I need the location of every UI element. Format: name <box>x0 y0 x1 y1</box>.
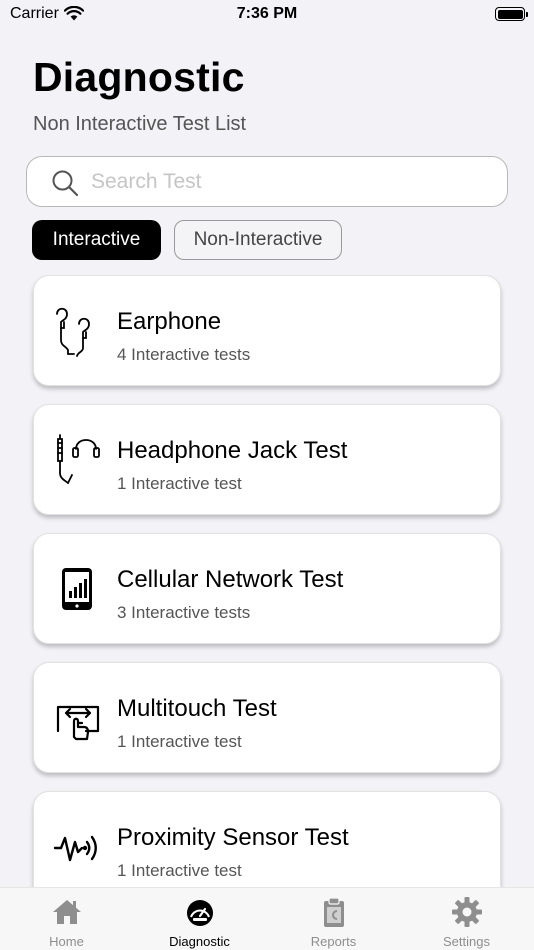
test-card-earphone[interactable]: Earphone 4 Interactive tests <box>33 275 501 386</box>
test-title: Cellular Network Test <box>117 566 344 593</box>
tab-label: Diagnostic <box>169 934 230 949</box>
diagnostic-screen: Carrier 7:36 PM Diagnostic Non Interacti… <box>0 0 534 950</box>
tab-reports[interactable]: Reports <box>267 888 400 950</box>
proximity-sensor-icon <box>53 835 97 862</box>
tab-bar: Home Diagnostic Reports Settings <box>0 887 534 950</box>
page-subtitle: Non Interactive Test List <box>33 113 247 135</box>
filter-non-interactive-button[interactable]: Non-Interactive <box>174 220 342 260</box>
search-icon <box>52 170 79 197</box>
speedometer-icon <box>186 900 213 926</box>
test-card-proximity-sensor[interactable]: Proximity Sensor Test 1 Interactive test <box>33 791 501 887</box>
test-count: 1 Interactive test <box>117 474 242 493</box>
home-icon <box>52 900 81 924</box>
tab-label: Settings <box>443 934 490 949</box>
tab-label: Home <box>49 934 84 949</box>
filter-interactive-button[interactable]: Interactive <box>32 220 161 260</box>
earphone-icon <box>56 307 90 357</box>
test-count: 1 Interactive test <box>117 861 242 880</box>
page-title: Diagnostic <box>33 54 245 100</box>
test-count: 3 Interactive tests <box>117 603 251 622</box>
battery-icon <box>495 7 528 21</box>
tab-settings[interactable]: Settings <box>400 888 533 950</box>
status-bar: Carrier 7:36 PM <box>0 0 534 30</box>
test-title: Earphone <box>117 308 222 335</box>
test-count: 4 Interactive tests <box>117 345 251 364</box>
tab-label: Reports <box>310 934 357 949</box>
cellular-network-icon <box>62 568 92 610</box>
search-box[interactable] <box>26 156 508 207</box>
tab-diagnostic[interactable]: Diagnostic <box>133 888 266 950</box>
test-card-multitouch[interactable]: Multitouch Test 1 Interactive test <box>33 662 501 773</box>
test-count: 1 Interactive test <box>117 732 242 751</box>
test-card-headphone-jack[interactable]: Headphone Jack Test 1 Interactive test <box>33 404 501 515</box>
gear-icon <box>451 897 482 927</box>
search-input[interactable] <box>91 165 491 199</box>
status-time: 7:36 PM <box>236 5 298 22</box>
test-title: Multitouch Test <box>117 695 277 722</box>
multitouch-icon <box>56 705 100 741</box>
clipboard-icon <box>323 897 344 927</box>
headphone-jack-icon <box>57 434 100 484</box>
test-list: Earphone 4 Interactive tests Headphone J… <box>0 275 534 887</box>
tab-home[interactable]: Home <box>0 888 133 950</box>
test-card-cellular-network[interactable]: Cellular Network Test 3 Interactive test… <box>33 533 501 644</box>
test-title: Proximity Sensor Test <box>117 824 349 851</box>
test-title: Headphone Jack Test <box>117 437 348 464</box>
